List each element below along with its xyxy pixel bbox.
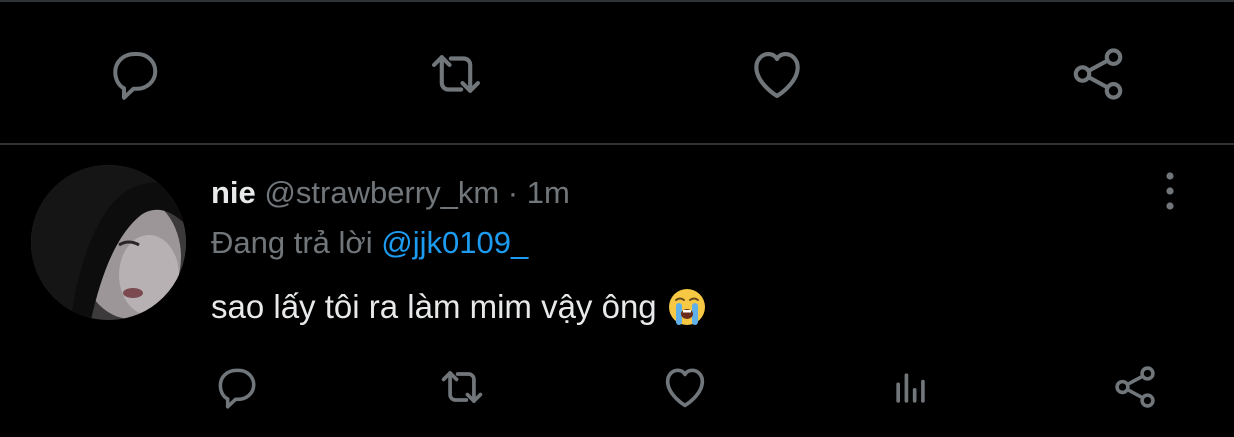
tweet-text: sao lấy tôi ra làm mim vậy ông bbox=[211, 288, 657, 325]
replying-to: Đang trả lời @jjk0109_ bbox=[211, 223, 528, 263]
separator-dot: · bbox=[507, 175, 519, 210]
reply-icon[interactable] bbox=[210, 361, 262, 413]
loudly-crying-face-emoji bbox=[667, 287, 707, 327]
reply-tweet: nie @strawberry_km · 1m Đang trả lời @jj… bbox=[0, 145, 1234, 437]
share-icon[interactable] bbox=[1109, 361, 1161, 413]
display-name[interactable]: nie bbox=[211, 175, 256, 210]
previous-tweet-action-bar bbox=[0, 2, 1234, 143]
share-icon[interactable] bbox=[1066, 42, 1130, 106]
tweet-body: sao lấy tôi ra làm mim vậy ông bbox=[211, 285, 707, 329]
user-handle[interactable]: @strawberry_km bbox=[264, 175, 499, 210]
avatar[interactable] bbox=[31, 165, 186, 320]
more-vertical-icon[interactable] bbox=[1155, 169, 1185, 213]
retweet-icon[interactable] bbox=[424, 42, 488, 106]
retweet-icon[interactable] bbox=[436, 361, 488, 413]
replying-to-label: Đang trả lời bbox=[211, 225, 373, 260]
timestamp[interactable]: 1m bbox=[527, 175, 570, 210]
like-icon[interactable] bbox=[659, 361, 711, 413]
mention-link[interactable]: @jjk0109_ bbox=[381, 225, 528, 260]
tweet-header: nie @strawberry_km · 1m bbox=[211, 173, 570, 213]
reply-icon[interactable] bbox=[102, 42, 166, 106]
analytics-icon[interactable] bbox=[886, 363, 936, 413]
like-icon[interactable] bbox=[745, 42, 809, 106]
